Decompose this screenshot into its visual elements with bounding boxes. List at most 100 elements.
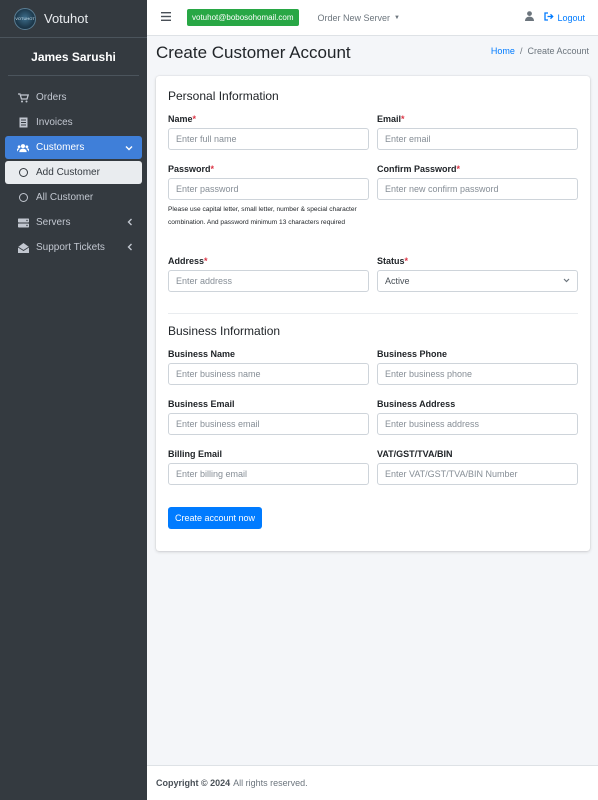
user-panel[interactable]: James Sarushi xyxy=(8,38,139,76)
business-email-input[interactable]: Enter business email xyxy=(168,413,369,435)
circle-icon xyxy=(17,192,29,204)
name-label: Name* xyxy=(168,114,197,124)
name-field-group: Name* Enter full name xyxy=(168,114,369,150)
footer-rights: All rights reserved. xyxy=(233,778,308,788)
required-mark: * xyxy=(404,256,409,266)
sidebar-item-invoices[interactable]: Invoices xyxy=(5,111,142,134)
sidebar-item-label: Servers xyxy=(36,217,71,228)
section-divider xyxy=(168,313,578,314)
password-label: Password* xyxy=(168,164,215,174)
business-phone-label: Business Phone xyxy=(377,349,448,359)
business-email-field-group: Business Email Enter business email xyxy=(168,399,369,435)
status-label: Status* xyxy=(377,256,409,266)
password-field-group: Password* Enter password Please use capi… xyxy=(168,164,369,229)
order-new-server-label: Order New Server xyxy=(317,12,391,23)
business-phone-field-group: Business Phone Enter business phone xyxy=(377,349,578,385)
top-navbar: votuhot@bobosohomail.com Order New Serve… xyxy=(147,0,598,36)
server-icon xyxy=(17,217,29,229)
business-name-field-group: Business Name Enter business name xyxy=(168,349,369,385)
confirm-password-field-group: Confirm Password* Enter new confirm pass… xyxy=(377,164,578,200)
required-mark: * xyxy=(456,164,461,174)
business-address-label: Business Address xyxy=(377,399,456,409)
billing-email-input[interactable]: Enter billing email xyxy=(168,463,369,485)
footer: Copyright © 2024 All rights reserved. xyxy=(147,765,598,800)
brand-link[interactable]: VOTUHOT Votuhot xyxy=(0,0,147,38)
business-phone-input[interactable]: Enter business phone xyxy=(377,363,578,385)
required-mark: * xyxy=(192,114,197,124)
vat-input[interactable]: Enter VAT/GST/TVA/BIN Number xyxy=(377,463,578,485)
business-name-input[interactable]: Enter business name xyxy=(168,363,369,385)
sidebar: VOTUHOT Votuhot James Sarushi Orders Inv… xyxy=(0,0,147,800)
logout-label: Logout xyxy=(557,12,585,23)
file-icon xyxy=(17,117,29,129)
vat-field-group: VAT/GST/TVA/BIN Enter VAT/GST/TVA/BIN Nu… xyxy=(377,449,578,485)
status-field-group: Status* Active xyxy=(377,256,578,292)
sidebar-item-customers[interactable]: Customers xyxy=(5,136,142,159)
sidebar-item-all-customer[interactable]: All Customer xyxy=(5,186,142,209)
business-info-heading: Business Information xyxy=(168,324,281,338)
logout-link[interactable]: Logout xyxy=(544,12,585,23)
sidebar-item-orders[interactable]: Orders xyxy=(5,86,142,109)
page-title: Create Customer Account xyxy=(156,43,351,62)
order-new-server-dropdown[interactable]: Order New Server ▼ xyxy=(318,13,400,23)
email-input[interactable]: Enter email xyxy=(377,128,578,150)
hamburger-menu-icon[interactable] xyxy=(161,11,171,24)
email-field-group: Email* Enter email xyxy=(377,114,578,150)
sidebar-item-label: Customers xyxy=(36,142,85,153)
user-name: James Sarushi xyxy=(31,49,116,64)
breadcrumb-home-link[interactable]: Home xyxy=(491,46,515,56)
confirm-password-input[interactable]: Enter new confirm password xyxy=(377,178,578,200)
users-icon xyxy=(17,142,29,154)
business-address-field-group: Business Address Enter business address xyxy=(377,399,578,435)
breadcrumb-separator: / xyxy=(519,46,523,56)
status-selected-value: Active xyxy=(385,276,410,286)
password-input[interactable]: Enter password xyxy=(168,178,369,200)
content-header: Create Customer Account Home / Create Ac… xyxy=(147,36,598,76)
sidebar-item-label: Support Tickets xyxy=(36,242,105,253)
personal-info-heading: Personal Information xyxy=(168,89,279,103)
circle-icon xyxy=(17,167,29,179)
user-email-badge[interactable]: votuhot@bobosohomail.com xyxy=(187,9,299,26)
topbar-right: Logout xyxy=(525,11,585,24)
address-input[interactable]: Enter address xyxy=(168,270,369,292)
address-label: Address* xyxy=(168,256,208,266)
brand-logo-text: VOTUHOT xyxy=(15,16,35,21)
create-account-button[interactable]: Create account now xyxy=(168,507,263,529)
required-mark: * xyxy=(204,256,208,266)
password-hint: Please use capital letter, small letter,… xyxy=(168,206,357,226)
chevron-left-icon xyxy=(127,243,133,253)
name-input[interactable]: Enter full name xyxy=(168,128,369,150)
sidebar-item-support-tickets[interactable]: Support Tickets xyxy=(5,236,142,259)
sidebar-item-add-customer[interactable]: Add Customer xyxy=(5,161,142,184)
business-email-label: Business Email xyxy=(168,399,235,409)
confirm-password-label: Confirm Password* xyxy=(377,164,461,174)
breadcrumb-current: Create Account xyxy=(527,46,589,56)
vat-label: VAT/GST/TVA/BIN xyxy=(377,449,453,459)
chevron-left-icon xyxy=(127,218,133,228)
sidebar-item-label: Orders xyxy=(36,92,67,103)
breadcrumb: Home / Create Account xyxy=(491,46,589,56)
chevron-down-icon xyxy=(563,278,570,285)
footer-copyright: Copyright © 2024 xyxy=(156,778,231,788)
envelope-open-icon xyxy=(17,242,29,254)
chevron-down-icon xyxy=(125,143,133,153)
business-name-label: Business Name xyxy=(168,349,236,359)
status-select[interactable]: Active xyxy=(377,270,578,292)
required-mark: * xyxy=(401,114,405,124)
sidebar-nav: Orders Invoices Customers Add Customer A… xyxy=(0,76,147,259)
create-account-form-card: Personal Information Name* Enter full na… xyxy=(156,76,590,551)
sidebar-item-servers[interactable]: Servers xyxy=(5,211,142,234)
cart-icon xyxy=(17,92,29,104)
required-mark: * xyxy=(210,164,215,174)
caret-down-icon: ▼ xyxy=(394,14,400,21)
sidebar-item-label: All Customer xyxy=(36,192,94,203)
sidebar-item-label: Invoices xyxy=(36,117,73,128)
business-address-input[interactable]: Enter business address xyxy=(377,413,578,435)
billing-email-field-group: Billing Email Enter billing email xyxy=(168,449,369,485)
user-icon[interactable] xyxy=(525,11,535,24)
sidebar-item-label: Add Customer xyxy=(36,167,100,178)
billing-email-label: Billing Email xyxy=(168,449,223,459)
address-field-group: Address* Enter address xyxy=(168,256,369,292)
email-label: Email* xyxy=(377,114,405,124)
brand-name: Votuhot xyxy=(44,11,89,26)
